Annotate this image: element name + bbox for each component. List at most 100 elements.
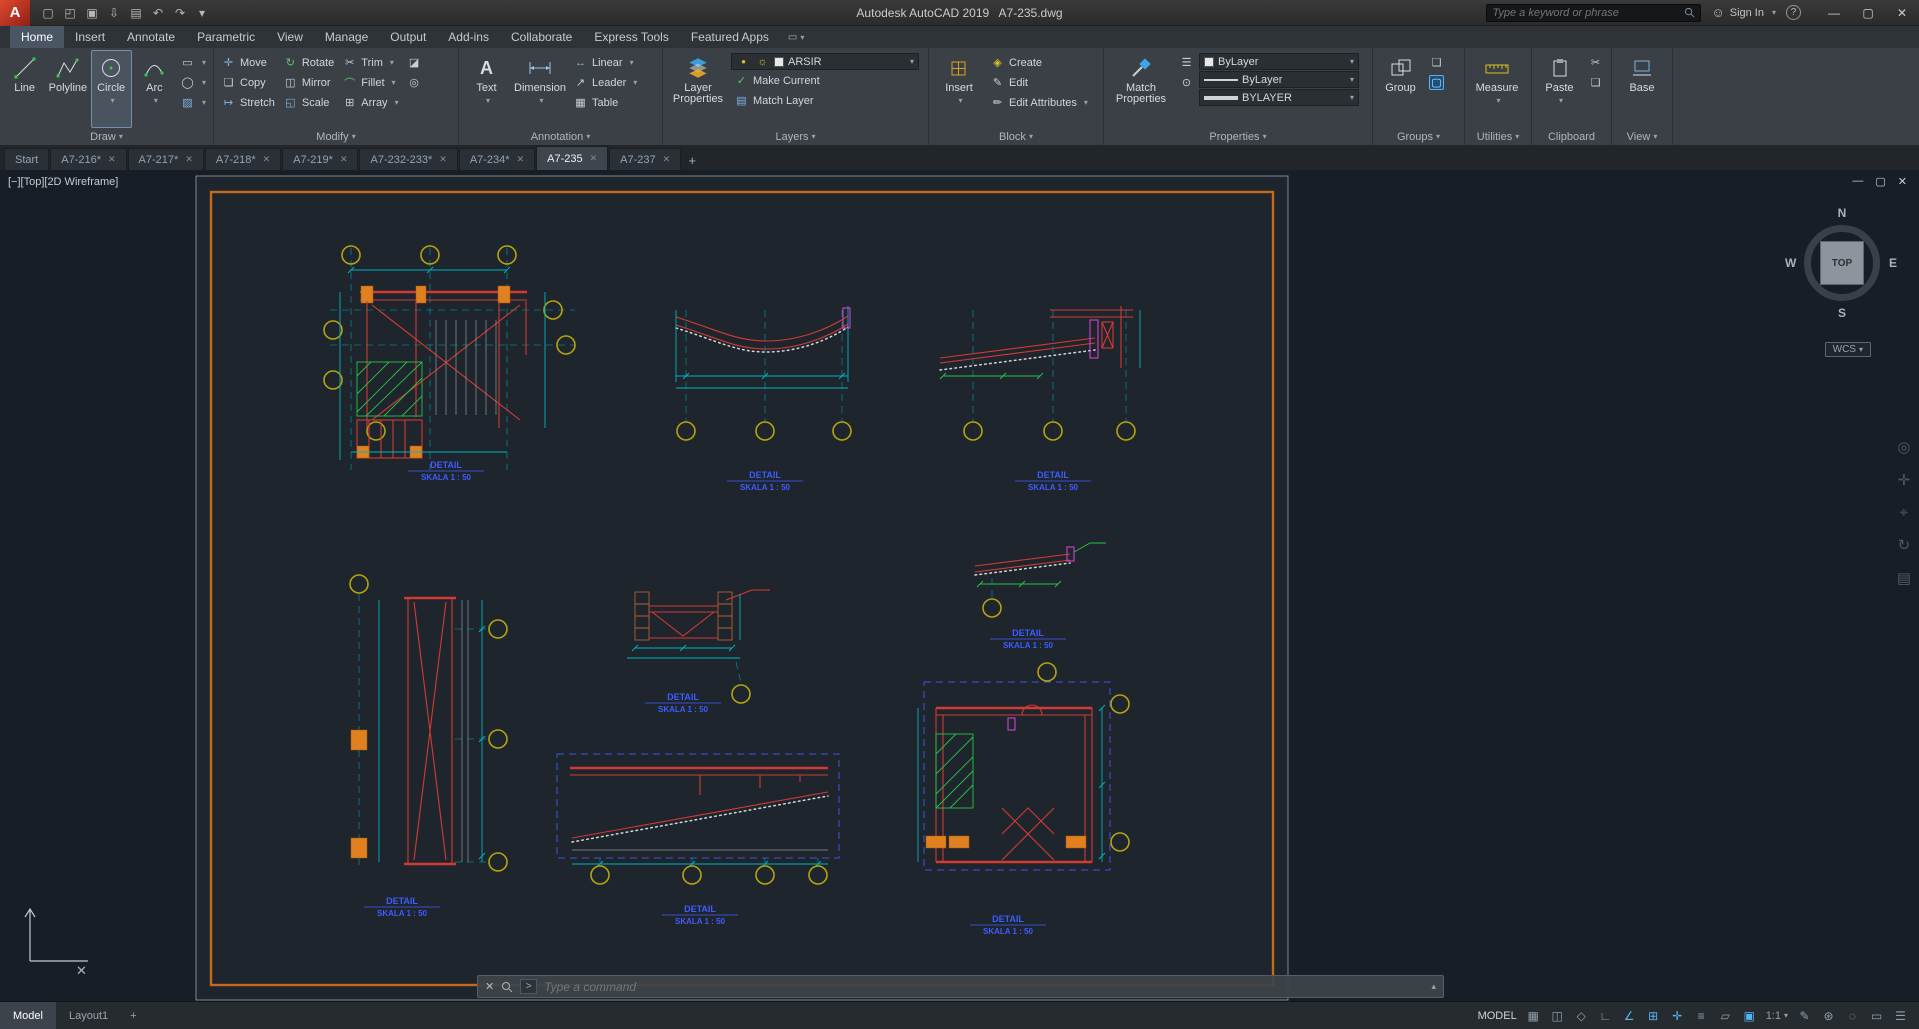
table-button[interactable]: ▦ Table	[570, 93, 640, 112]
arc-button[interactable]: Arc	[134, 50, 175, 128]
panel-draw-title[interactable]: Draw	[0, 128, 213, 145]
dimension-button[interactable]: Dimension	[512, 50, 568, 128]
line-button[interactable]: Line	[4, 50, 45, 128]
lineweight-icon[interactable]: ≡	[1691, 1005, 1712, 1026]
plot-icon[interactable]: ▤	[126, 3, 146, 23]
copy-button[interactable]: ❏ Copy	[218, 73, 278, 92]
tab-close-icon[interactable]: ✕	[108, 154, 116, 165]
panel-utilities-title[interactable]: Utilities	[1465, 128, 1531, 145]
navigation-wheel-icon[interactable]: ◎	[1897, 438, 1910, 456]
doc-restore-icon[interactable]: ▢	[1875, 175, 1885, 188]
zoom-icon[interactable]: ⌖	[1900, 504, 1908, 521]
file-tab-active[interactable]: A7-235 ✕	[536, 146, 609, 170]
scale-button[interactable]: ◱ Scale	[280, 93, 337, 112]
file-tab[interactable]: A7-234* ✕	[458, 148, 536, 170]
file-tab[interactable]: A7-216* ✕	[50, 148, 127, 170]
mirror-button[interactable]: ◫ Mirror	[280, 73, 337, 92]
paste-button[interactable]: Paste	[1536, 50, 1583, 128]
customization-icon[interactable]: ☰	[1890, 1005, 1911, 1026]
help-search-box[interactable]	[1486, 3, 1702, 22]
annotation-visibility-icon[interactable]: ✎	[1794, 1005, 1815, 1026]
text-button[interactable]: A Text	[463, 50, 510, 128]
new-layout-button[interactable]: +	[121, 1010, 145, 1022]
ribbon-tab-annotate[interactable]: Annotate	[116, 26, 186, 48]
cut-button[interactable]: ✂	[1585, 53, 1606, 72]
viewcube-top-face[interactable]: TOP	[1820, 241, 1864, 285]
polar-tracking-icon[interactable]: ∠	[1619, 1005, 1640, 1026]
command-line-bar[interactable]: ✕ > ▴	[477, 975, 1444, 998]
lineweight-combo[interactable]: BYLAYER	[1199, 89, 1359, 106]
edit-attributes-button[interactable]: ✏ Edit Attributes	[987, 93, 1091, 112]
selection-cycling-icon[interactable]: ▣	[1739, 1005, 1760, 1026]
tab-close-icon[interactable]: ✕	[439, 154, 447, 165]
panel-clipboard-title[interactable]: Clipboard	[1532, 128, 1611, 145]
tab-close-icon[interactable]: ✕	[590, 153, 598, 164]
rotate-button[interactable]: ↻ Rotate	[280, 53, 337, 72]
linear-button[interactable]: ↔ Linear	[570, 53, 640, 72]
ribbon-tab-collaborate[interactable]: Collaborate	[500, 26, 583, 48]
match-properties-button[interactable]: Match Properties	[1108, 50, 1174, 128]
new-file-icon[interactable]: ▢	[38, 3, 58, 23]
polyline-button[interactable]: Polyline	[47, 50, 88, 128]
group-edit-button[interactable]: ▢	[1426, 73, 1447, 92]
snap-mode-icon[interactable]: ◫	[1547, 1005, 1568, 1026]
infer-constraints-icon[interactable]: ◇	[1571, 1005, 1592, 1026]
viewcube[interactable]: N S W E TOP	[1785, 206, 1897, 320]
object-snap-tracking-icon[interactable]: ✛	[1667, 1005, 1688, 1026]
save-file-icon[interactable]: ▣	[82, 3, 102, 23]
file-tab[interactable]: A7-232-233* ✕	[359, 148, 458, 170]
clean-screen-icon[interactable]: ▭	[1866, 1005, 1887, 1026]
tab-close-icon[interactable]: ✕	[263, 154, 271, 165]
fillet-button[interactable]: ⌒ Fillet	[339, 73, 401, 92]
measure-button[interactable]: Measure	[1469, 50, 1525, 128]
file-tab[interactable]: A7-218* ✕	[204, 148, 282, 170]
ribbon-display-toggle-icon[interactable]: ▭	[780, 26, 812, 48]
viewport-controls[interactable]: [−][Top][2D Wireframe]	[8, 176, 118, 188]
model-space-indicator[interactable]: MODEL	[1475, 1005, 1520, 1026]
new-tab-button[interactable]: +	[682, 150, 702, 170]
tab-close-icon[interactable]: ✕	[517, 154, 525, 165]
save-as-icon[interactable]: ⇩	[104, 3, 124, 23]
array-button[interactable]: ⊞ Array	[339, 93, 401, 112]
layout1-tab[interactable]: Layout1	[56, 1002, 121, 1029]
ribbon-tab-output[interactable]: Output	[379, 26, 437, 48]
command-close-icon[interactable]: ✕	[485, 980, 494, 993]
hatch-button[interactable]: ▨	[177, 93, 209, 112]
file-tab[interactable]: A7-219* ✕	[282, 148, 359, 170]
rectangle-button[interactable]: ▭	[177, 53, 209, 72]
window-minimize-icon[interactable]: —	[1817, 0, 1851, 26]
model-space-canvas[interactable]: DETAIL SKALA 1 : 50 DETAIL SKALA 1 : 50 …	[0, 170, 1919, 1001]
ribbon-tab-express-tools[interactable]: Express Tools	[583, 26, 679, 48]
ribbon-tab-insert[interactable]: Insert	[64, 26, 116, 48]
panel-annotation-title[interactable]: Annotation	[459, 128, 662, 145]
autocad-logo-icon[interactable]: A	[0, 0, 30, 26]
explode-button[interactable]: ◎	[404, 73, 425, 92]
panel-block-title[interactable]: Block	[929, 128, 1103, 145]
tab-close-icon[interactable]: ✕	[340, 154, 348, 165]
ribbon-tab-view[interactable]: View	[266, 26, 314, 48]
help-search-input[interactable]	[1492, 6, 1681, 19]
ellipse-button[interactable]: ◯	[177, 73, 209, 92]
layer-combo[interactable]: ● ☼ ARSIR	[731, 53, 919, 70]
object-snap-icon[interactable]: ⊞	[1643, 1005, 1664, 1026]
search-icon[interactable]	[1684, 7, 1695, 18]
command-search-icon[interactable]	[501, 981, 513, 993]
tab-close-icon[interactable]: ✕	[185, 154, 193, 165]
pan-icon[interactable]: ✛	[1898, 471, 1911, 489]
viewcube-east[interactable]: E	[1889, 256, 1897, 270]
file-tab-start[interactable]: Start	[4, 148, 50, 170]
wcs-dropdown[interactable]: WCS	[1824, 342, 1871, 357]
ribbon-tab-parametric[interactable]: Parametric	[186, 26, 266, 48]
grid-display-icon[interactable]: ▦	[1523, 1005, 1544, 1026]
base-button[interactable]: Base	[1616, 50, 1668, 128]
ortho-mode-icon[interactable]: ∟	[1595, 1005, 1616, 1026]
create-block-button[interactable]: ◈ Create	[987, 53, 1091, 72]
insert-button[interactable]: Insert	[933, 50, 985, 128]
help-icon[interactable]: ?	[1786, 5, 1801, 20]
ungroup-button[interactable]: ❏	[1426, 53, 1447, 72]
doc-close-icon[interactable]: ✕	[1898, 175, 1907, 188]
file-tab[interactable]: A7-237 ✕	[609, 148, 682, 170]
panel-properties-title[interactable]: Properties	[1104, 128, 1372, 145]
window-maximize-icon[interactable]: ▢	[1851, 0, 1885, 26]
panel-layers-title[interactable]: Layers	[663, 128, 928, 145]
